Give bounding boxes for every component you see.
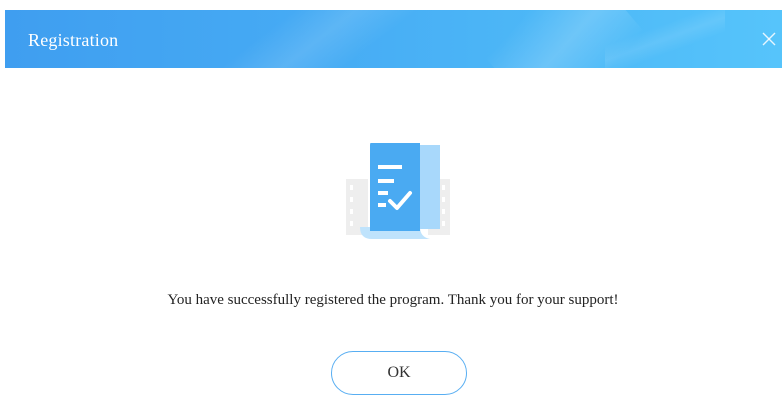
registration-document-check-icon	[346, 141, 450, 243]
close-button[interactable]	[760, 30, 778, 48]
titlebar-decoration	[142, 10, 468, 68]
close-icon	[762, 32, 776, 46]
dialog-titlebar: Registration	[5, 10, 782, 68]
ok-button[interactable]: OK	[331, 351, 467, 395]
dialog-title: Registration	[28, 30, 119, 50]
registration-dialog: Registration You have successfully regis…	[0, 0, 782, 395]
success-message: You have successfully registered the pro…	[167, 292, 619, 308]
titlebar-decoration	[605, 10, 725, 68]
titlebar-decoration	[437, 10, 693, 68]
